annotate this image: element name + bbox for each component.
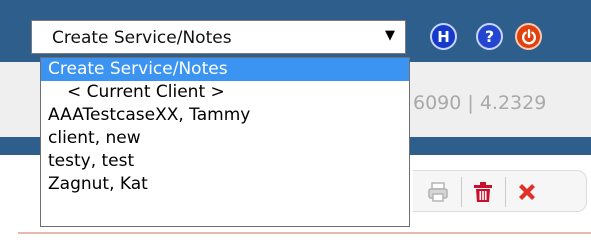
option-client[interactable]: client, new	[41, 127, 409, 150]
help-h-icon[interactable]: H	[430, 23, 457, 50]
option-client[interactable]: AAATestcaseXX, Tammy	[41, 104, 409, 127]
toolbar-separator	[461, 177, 462, 207]
trash-icon[interactable]	[471, 180, 495, 204]
select-value: Create Service/Notes	[52, 28, 232, 48]
option-current-client[interactable]: < Current Client >	[41, 81, 409, 104]
action-select[interactable]: Create Service/Notes ▼	[31, 20, 406, 54]
close-icon[interactable]	[515, 180, 539, 204]
client-dropdown-list: Create Service/Notes < Current Client > …	[40, 57, 410, 227]
option-client[interactable]: testy, test	[41, 150, 409, 173]
print-icon[interactable]	[426, 180, 450, 204]
action-toolbar	[413, 170, 587, 212]
option-client[interactable]: Zagnut, Kat	[41, 173, 409, 196]
client-info-numbers: 6090 | 4.2329	[413, 92, 547, 114]
help-question-icon[interactable]: ?	[476, 23, 503, 50]
power-icon[interactable]	[515, 23, 542, 50]
toolbar-separator	[505, 177, 506, 207]
divider-line	[18, 232, 591, 234]
option-create-service-notes[interactable]: Create Service/Notes	[41, 58, 409, 81]
chevron-down-icon: ▼	[385, 28, 395, 43]
